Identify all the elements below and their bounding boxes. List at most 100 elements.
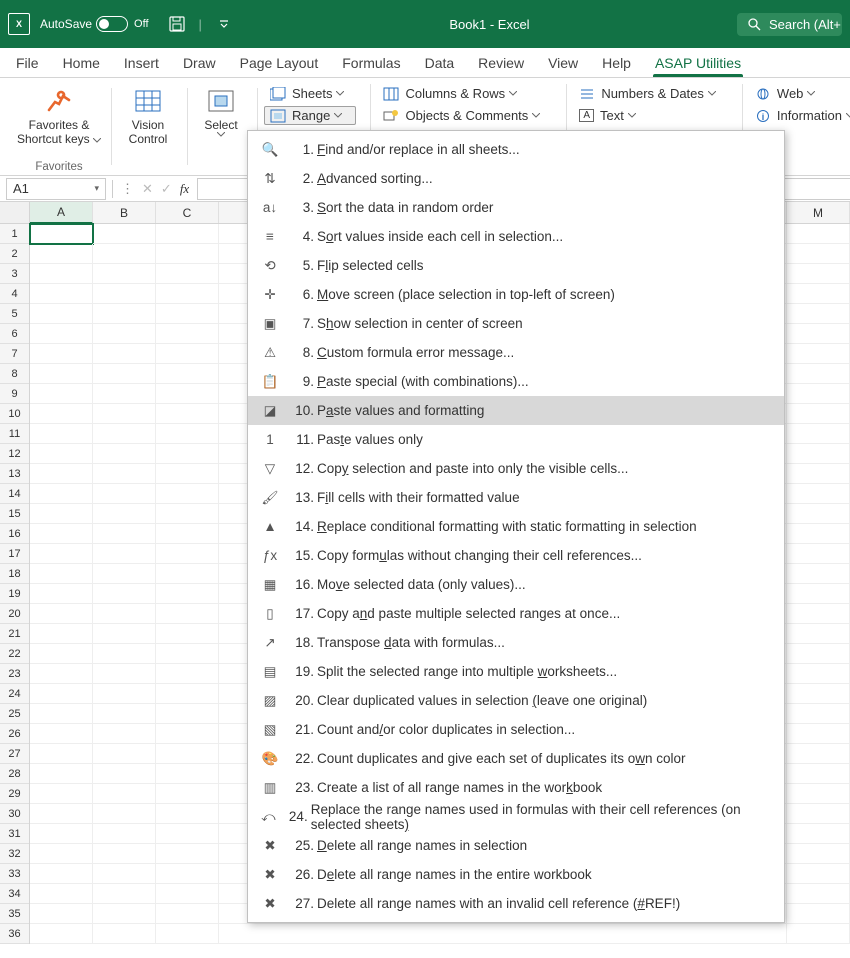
cell[interactable]	[30, 604, 93, 624]
menu-item-26[interactable]: ✖26. Delete all range names in the entir…	[248, 860, 784, 889]
cell[interactable]	[30, 704, 93, 724]
sheets-button[interactable]: Sheets	[264, 84, 356, 103]
vision-control-button[interactable]: Vision Control	[120, 84, 176, 147]
cell[interactable]	[93, 404, 156, 424]
cell[interactable]	[787, 884, 850, 904]
cell[interactable]	[93, 724, 156, 744]
cell[interactable]	[787, 384, 850, 404]
cell[interactable]	[787, 684, 850, 704]
cell[interactable]	[30, 564, 93, 584]
menu-item-9[interactable]: 📋9. Paste special (with combinations)...	[248, 367, 784, 396]
cell[interactable]	[156, 444, 219, 464]
numbers-dates-button[interactable]: Numbers & Dates	[573, 84, 728, 103]
name-box[interactable]: A1▾	[6, 178, 106, 200]
cell[interactable]	[156, 844, 219, 864]
cell[interactable]	[787, 284, 850, 304]
autosave-toggle[interactable]: AutoSave Off	[40, 16, 149, 32]
cell[interactable]	[30, 244, 93, 264]
cell[interactable]	[787, 644, 850, 664]
cell[interactable]	[787, 244, 850, 264]
cell[interactable]	[787, 924, 850, 944]
cell[interactable]	[30, 804, 93, 824]
cell[interactable]	[30, 464, 93, 484]
cell[interactable]	[30, 624, 93, 644]
cell[interactable]	[156, 464, 219, 484]
cell[interactable]	[93, 424, 156, 444]
cell[interactable]	[156, 884, 219, 904]
cell[interactable]	[93, 864, 156, 884]
cell[interactable]	[93, 564, 156, 584]
cell[interactable]	[787, 784, 850, 804]
cell[interactable]	[30, 784, 93, 804]
row-header[interactable]: 2	[0, 244, 29, 264]
cell[interactable]	[787, 404, 850, 424]
cell[interactable]	[93, 264, 156, 284]
cell[interactable]	[156, 384, 219, 404]
cell[interactable]	[156, 364, 219, 384]
row-header[interactable]: 14	[0, 484, 29, 504]
cell[interactable]	[30, 724, 93, 744]
cell[interactable]	[787, 544, 850, 564]
row-header[interactable]: 25	[0, 704, 29, 724]
cell[interactable]	[156, 284, 219, 304]
cell[interactable]	[93, 744, 156, 764]
chevron-down-icon[interactable]: ▾	[94, 183, 99, 194]
columns-rows-button[interactable]: Columns & Rows	[377, 84, 552, 103]
cancel-icon[interactable]: ✕	[142, 181, 153, 197]
row-header[interactable]: 16	[0, 524, 29, 544]
cell[interactable]	[787, 444, 850, 464]
row-header[interactable]: 33	[0, 864, 29, 884]
menu-item-22[interactable]: 🎨22. Count duplicates and give each set …	[248, 744, 784, 773]
cell[interactable]	[787, 264, 850, 284]
cell[interactable]	[787, 364, 850, 384]
tab-home[interactable]: Home	[51, 48, 112, 77]
row-header[interactable]: 20	[0, 604, 29, 624]
tab-help[interactable]: Help	[590, 48, 643, 77]
cell[interactable]	[156, 604, 219, 624]
cell[interactable]	[156, 344, 219, 364]
cell[interactable]	[156, 264, 219, 284]
select-all-corner[interactable]	[0, 202, 29, 224]
cell[interactable]	[93, 304, 156, 324]
cell[interactable]	[93, 224, 156, 244]
cell[interactable]	[30, 544, 93, 564]
cell[interactable]	[30, 284, 93, 304]
menu-item-23[interactable]: ▥23. Create a list of all range names in…	[248, 773, 784, 802]
cell[interactable]	[156, 824, 219, 844]
row-header[interactable]: 13	[0, 464, 29, 484]
menu-item-14[interactable]: ▲14. Replace conditional formatting with…	[248, 512, 784, 541]
row-header[interactable]: 18	[0, 564, 29, 584]
cell[interactable]	[93, 344, 156, 364]
menu-item-4[interactable]: ≡4. Sort values inside each cell in sele…	[248, 222, 784, 251]
cell[interactable]	[156, 584, 219, 604]
cell[interactable]	[93, 604, 156, 624]
cell[interactable]	[787, 484, 850, 504]
row-header[interactable]: 9	[0, 384, 29, 404]
cell[interactable]	[787, 224, 850, 244]
save-button[interactable]	[163, 10, 191, 38]
row-header[interactable]: 23	[0, 664, 29, 684]
cell[interactable]	[787, 804, 850, 824]
cell[interactable]	[156, 904, 219, 924]
enter-icon[interactable]: ✓	[161, 181, 172, 197]
cell[interactable]	[93, 324, 156, 344]
cell[interactable]	[30, 744, 93, 764]
tab-asap-utilities[interactable]: ASAP Utilities	[643, 48, 753, 77]
row-header[interactable]: 31	[0, 824, 29, 844]
cell[interactable]	[93, 644, 156, 664]
cell[interactable]	[156, 744, 219, 764]
cell[interactable]	[30, 364, 93, 384]
cell[interactable]	[93, 484, 156, 504]
menu-item-12[interactable]: ▽12. Copy selection and paste into only …	[248, 454, 784, 483]
worksheet-grid[interactable]: 1234567891011121314151617181920212223242…	[0, 202, 850, 944]
cell[interactable]	[93, 464, 156, 484]
menu-item-5[interactable]: ⟲5. Flip selected cells	[248, 251, 784, 280]
menu-item-7[interactable]: ▣7. Show selection in center of screen	[248, 309, 784, 338]
row-header[interactable]: 4	[0, 284, 29, 304]
cell[interactable]	[93, 244, 156, 264]
tab-file[interactable]: File	[4, 48, 51, 77]
row-header[interactable]: 8	[0, 364, 29, 384]
row-header[interactable]: 15	[0, 504, 29, 524]
cell[interactable]	[30, 344, 93, 364]
cell[interactable]	[787, 744, 850, 764]
